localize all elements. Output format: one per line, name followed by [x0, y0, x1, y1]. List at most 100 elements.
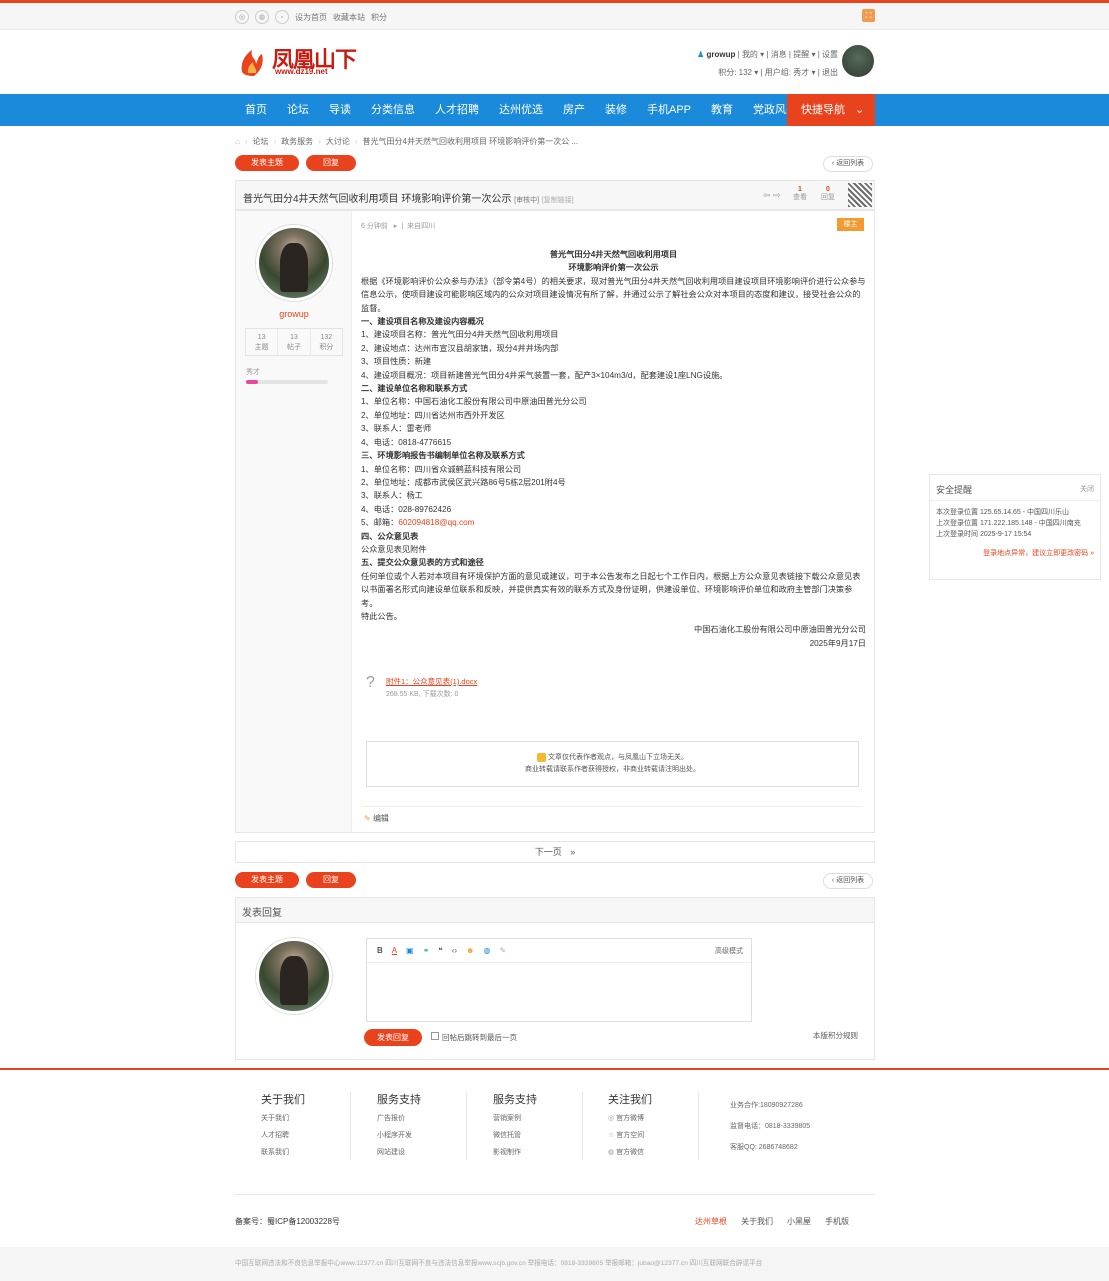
back-to-list-button-bottom[interactable]: ‹ 返回列表 [823, 873, 873, 889]
nav-item-7[interactable]: 装修 [595, 94, 637, 126]
change-password-link[interactable]: 登录地点异常，建议立即更改密码 » [936, 548, 1094, 559]
author-name[interactable]: growup [236, 309, 352, 319]
prev-next-icon[interactable]: ⇦ ⇨ [763, 190, 781, 201]
messages-link[interactable]: 消息 [771, 50, 787, 59]
copy-link[interactable]: [复制链接] [542, 197, 574, 204]
footer-link-blackroom[interactable]: 小黑屋 [787, 1216, 811, 1227]
content-line: 1、单位名称：中国石油化工股份有限公司中原油田普光分公司 [361, 397, 587, 407]
emoji-icon[interactable]: ☻ [466, 946, 474, 955]
footer-link[interactable]: 广告报价 [377, 1110, 421, 1127]
crumb-discuss[interactable]: 大讨论 [326, 136, 350, 147]
chevron-down-icon: ⌄ [855, 104, 865, 116]
nav-item-5[interactable]: 达州优选 [489, 94, 553, 126]
pen-icon[interactable]: ✎ [499, 946, 506, 955]
new-topic-button-bottom[interactable]: 发表主题 [235, 872, 299, 888]
qr-code-icon[interactable] [848, 183, 872, 207]
reply-header [235, 897, 875, 923]
security-title: 安全提醒 [936, 485, 973, 495]
weibo-icon[interactable]: ◎ [235, 10, 249, 24]
copyright-notice: 文章仅代表作者观点，与凤凰山下立场无关。 商业转载请联系作者获得授权，非商业转载… [366, 741, 859, 787]
contact-qq: 客服QQ: 2686748682 [730, 1144, 798, 1151]
attach-icon[interactable]: ◍ [483, 946, 490, 955]
font-color-icon[interactable]: A [392, 946, 397, 955]
next-page-button[interactable]: 下一页 » [235, 841, 875, 863]
submit-reply-button[interactable]: 发表回复 [364, 1029, 422, 1046]
home-icon[interactable]: ⌂ [235, 137, 240, 146]
footer-link[interactable]: ◎ 官方微博 [608, 1110, 652, 1127]
nav-item-6[interactable]: 房产 [553, 94, 595, 126]
footer-link[interactable]: 关于我们 [261, 1110, 305, 1127]
stat-credits[interactable]: 132 积分 [311, 329, 342, 355]
email-link[interactable]: 602094818@qq.com [398, 518, 474, 527]
set-home-link[interactable]: 设为首页 [295, 12, 327, 23]
rules-link[interactable]: 本版积分规则 [813, 1030, 858, 1041]
nav-item-1[interactable]: 论坛 [277, 94, 319, 126]
footer-link[interactable]: 营销案例 [493, 1110, 537, 1127]
footer-link[interactable]: 联系我们 [261, 1144, 305, 1161]
content-line: 2025年9月17日 [809, 638, 866, 648]
crumb-gov[interactable]: 政务服务 [281, 136, 313, 147]
login-time-last: 上次登录时间 2025-9-17 15:54 [936, 531, 1032, 538]
jump-checkbox[interactable] [431, 1032, 439, 1040]
author-avatar[interactable] [256, 225, 332, 301]
attachment-link[interactable]: 附件1：公众意见表(1).docx [386, 676, 477, 687]
advanced-mode-link[interactable]: 高级模式 [715, 946, 743, 956]
editor-toolbar: B A ▣ ⚭ ❝ ‹› ☻ ◍ ✎ 高级模式 [367, 939, 751, 963]
nav-item-8[interactable]: 手机APP [637, 94, 701, 126]
nav-item-4[interactable]: 人才招聘 [425, 94, 489, 126]
footer-link[interactable]: 网站建设 [377, 1144, 421, 1161]
footer-link-dazhou[interactable]: 达州草根 [695, 1216, 727, 1227]
footer-link[interactable]: ☆ 官方空间 [608, 1127, 652, 1144]
stat-posts[interactable]: 13 帖子 [278, 329, 311, 355]
quick-nav-button[interactable]: 快捷导航 ⌄ [787, 94, 875, 126]
user-icon: ♟ [697, 50, 705, 59]
logout-link[interactable]: 退出 [822, 68, 838, 77]
link-icon[interactable]: ⚭ [423, 946, 430, 955]
reply-button-bottom[interactable]: 回复 [306, 872, 356, 888]
bold-icon[interactable]: B [377, 946, 383, 955]
back-to-list-button[interactable]: ‹ 返回列表 [823, 156, 873, 172]
content-line: 4、电话：028-89762426 [361, 504, 452, 514]
weibo-icon: ◎ [608, 1115, 617, 1122]
credits-link[interactable]: 积分 [371, 12, 387, 23]
user-credits[interactable]: 积分: 132 [718, 68, 752, 77]
favorite-link[interactable]: 收藏本站 [333, 12, 365, 23]
wechat-icon[interactable]: ◍ [255, 10, 269, 24]
username-link[interactable]: growup [707, 50, 736, 59]
nav-item-2[interactable]: 导读 [319, 94, 361, 126]
expand-icon[interactable]: ⛶ [862, 9, 875, 22]
wechat-icon: ◍ [608, 1149, 617, 1156]
user-avatar[interactable] [842, 45, 874, 77]
stat-topics[interactable]: 13 主题 [246, 329, 279, 355]
image-icon[interactable]: ▣ [406, 946, 414, 955]
edit-link[interactable]: ✎ 编辑 [364, 813, 389, 824]
reply-button[interactable]: 回复 [306, 155, 356, 171]
footer-link[interactable]: 小程序开发 [377, 1127, 421, 1144]
reply-editor[interactable]: B A ▣ ⚭ ❝ ‹› ☻ ◍ ✎ 高级模式 [366, 938, 752, 1022]
crumb-forum[interactable]: 论坛 [253, 136, 269, 147]
app-icon[interactable]: ▫ [275, 10, 289, 24]
footer-link[interactable]: 微信托管 [493, 1127, 537, 1144]
crumb-thread[interactable]: 普光气田分4井天然气回收利用项目 环境影响评价第一次公 ... [363, 136, 579, 147]
header [0, 30, 1109, 94]
nav-item-0[interactable]: 首页 [235, 94, 277, 126]
new-topic-button[interactable]: 发表主题 [235, 155, 299, 171]
footer-link-about[interactable]: 关于我们 [741, 1216, 773, 1227]
code-icon[interactable]: ‹› [452, 946, 457, 955]
close-security-button[interactable]: 关闭 [1080, 484, 1094, 494]
footer-link[interactable]: ◍ 官方微信 [608, 1144, 652, 1161]
footer-link-mobile[interactable]: 手机版 [825, 1216, 849, 1227]
footer-link[interactable]: 影视制作 [493, 1144, 537, 1161]
alerts-link[interactable]: 提醒 [793, 50, 809, 59]
footer-link[interactable]: 人才招聘 [261, 1127, 305, 1144]
settings-link[interactable]: 设置 [822, 50, 838, 59]
footer-contact: 业务合作:18090927286 监督电话：0818-3339805 客服QQ:… [730, 1095, 810, 1158]
my-link[interactable]: 我的 [742, 50, 758, 59]
quote-icon[interactable]: ❝ [438, 946, 442, 955]
icp-number[interactable]: 备案号：蜀ICP备12003228号 [235, 1216, 340, 1227]
user-group[interactable]: 用户组: 秀才 [765, 68, 809, 77]
content-line: 普光气田分4井天然气回收利用项目 [549, 250, 678, 259]
site-logo[interactable]: 凤凰山下 www.dz19.net [238, 40, 358, 80]
nav-item-9[interactable]: 教育 [701, 94, 743, 126]
nav-item-3[interactable]: 分类信息 [361, 94, 425, 126]
